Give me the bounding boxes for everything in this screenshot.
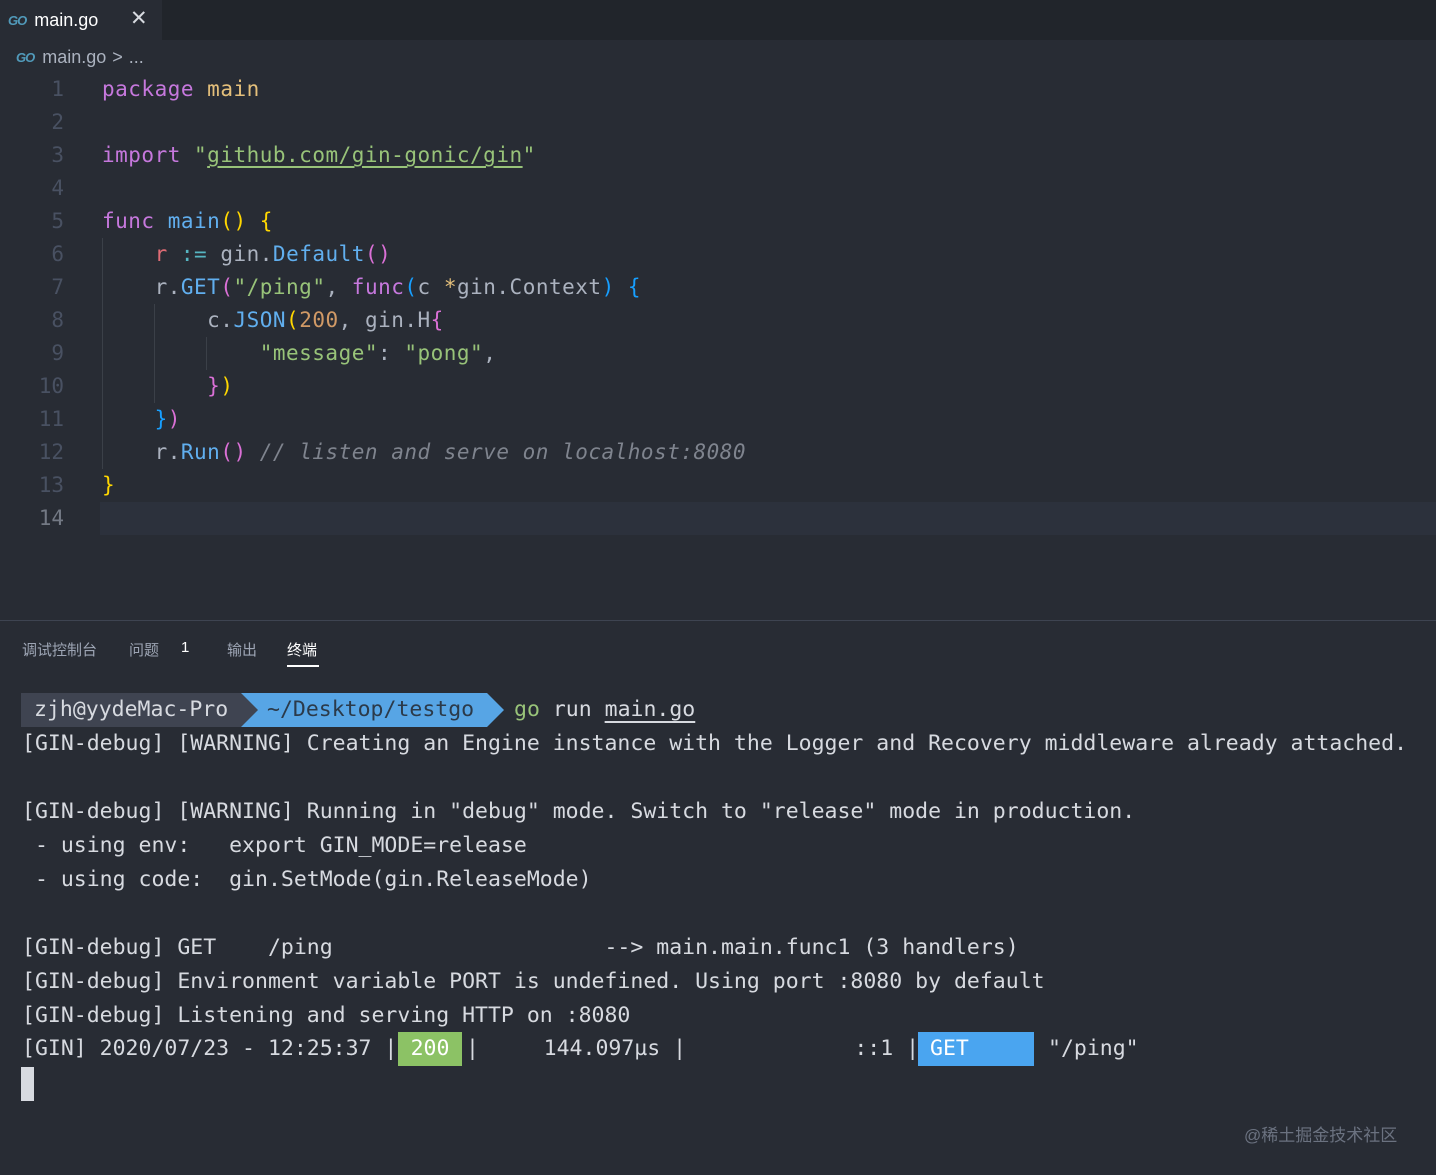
line-number: 8 [51,308,64,332]
problems-count-badge: 1 [181,639,190,656]
code-line: r := gin.Default() [154,242,392,266]
tab-label: main.go [34,9,99,30]
tab-main-go[interactable]: GO main.go ✕ [0,0,162,40]
terminal-line: [GIN-debug] [WARNING] Creating an Engine… [22,731,1408,756]
prompt-separator-arrow [241,693,258,727]
code-editor[interactable]: 1 2 3 4 5 6 7 8 9 10 11 12 13 14 package… [0,73,1436,553]
line-number: 5 [51,209,64,233]
go-file-icon: GO [8,12,27,28]
command-file-link: main.go [604,697,696,722]
prompt-end-arrow [487,693,504,727]
breadcrumb: GO main.go > ... [16,44,144,70]
watermark: @稀土掘金技术社区 [1244,1126,1398,1145]
tab-terminal[interactable]: 终端 [287,639,317,660]
breadcrumb-more[interactable]: ... [129,47,144,68]
code-line: c.JSON(200, gin.H{ [207,308,444,332]
terminal-line: - using code: gin.SetMode(gin.ReleaseMod… [22,867,592,892]
log-prefix: [GIN] 2020/07/23 - 12:25:37 | [22,1036,398,1061]
line-number: 13 [38,473,64,497]
code-line: r.Run() // listen and serve on localhost… [154,440,747,464]
code-line: package main [102,77,260,101]
code-line: "message": "pong", [259,341,497,365]
tab-output[interactable]: 输出 [227,639,257,660]
breadcrumb-file[interactable]: main.go [42,47,106,68]
line-number: 14 [38,506,64,530]
code-line: r.GET("/ping", func(c *gin.Context) { [154,275,642,299]
status-code-badge: 200 [398,1032,462,1066]
line-number: 3 [51,143,64,167]
current-line-highlight [100,502,1436,535]
line-number: 9 [51,341,64,365]
terminal-line: [GIN-debug] Environment variable PORT is… [22,969,1045,994]
terminal-cursor [21,1067,34,1101]
http-method-badge: GET [918,1032,1034,1066]
tab-problems[interactable]: 问题 [129,639,159,660]
line-number: 1 [51,77,64,101]
terminal-command: go run main.go [514,697,696,722]
log-latency-ip: | 144.097µs | ::1 | [466,1036,920,1061]
import-path-link: github.com/gin-gonic/gin [207,143,523,167]
terminal-line: - using env: export GIN_MODE=release [22,833,527,858]
line-number: 6 [51,242,64,266]
code-line: } [102,473,116,497]
editor-tab-bar: GO main.go ✕ [0,0,1436,40]
line-number: 4 [51,176,64,200]
code-comment: // listen and serve on localhost:8080 [259,440,747,464]
terminal-line: [GIN-debug] Listening and serving HTTP o… [22,1003,631,1028]
tab-debug-console[interactable]: 调试控制台 [22,639,97,660]
active-tab-indicator [287,665,319,667]
go-file-icon: GO [16,49,35,65]
line-number: 10 [38,374,64,398]
line-number: 12 [38,440,64,464]
code-line: func main() { [102,209,273,233]
log-path: "/ping" [1048,1036,1139,1061]
prompt-directory-segment: ~/Desktop/testgo [241,693,487,727]
close-icon[interactable]: ✕ [130,6,148,31]
code-line: import "github.com/gin-gonic/gin" [102,143,536,167]
terminal-line: [GIN-debug] GET /ping --> main.main.func… [22,935,1019,960]
line-number: 2 [51,110,64,134]
prompt-user-segment: zjh@yydeMac-Pro [21,693,241,727]
breadcrumb-separator: > [112,46,123,67]
terminal-line: [GIN-debug] [WARNING] Running in "debug"… [22,799,1136,824]
code-line: }) [154,407,181,431]
line-number: 7 [51,275,64,299]
code-line: }) [207,374,234,398]
line-number: 11 [38,407,64,431]
